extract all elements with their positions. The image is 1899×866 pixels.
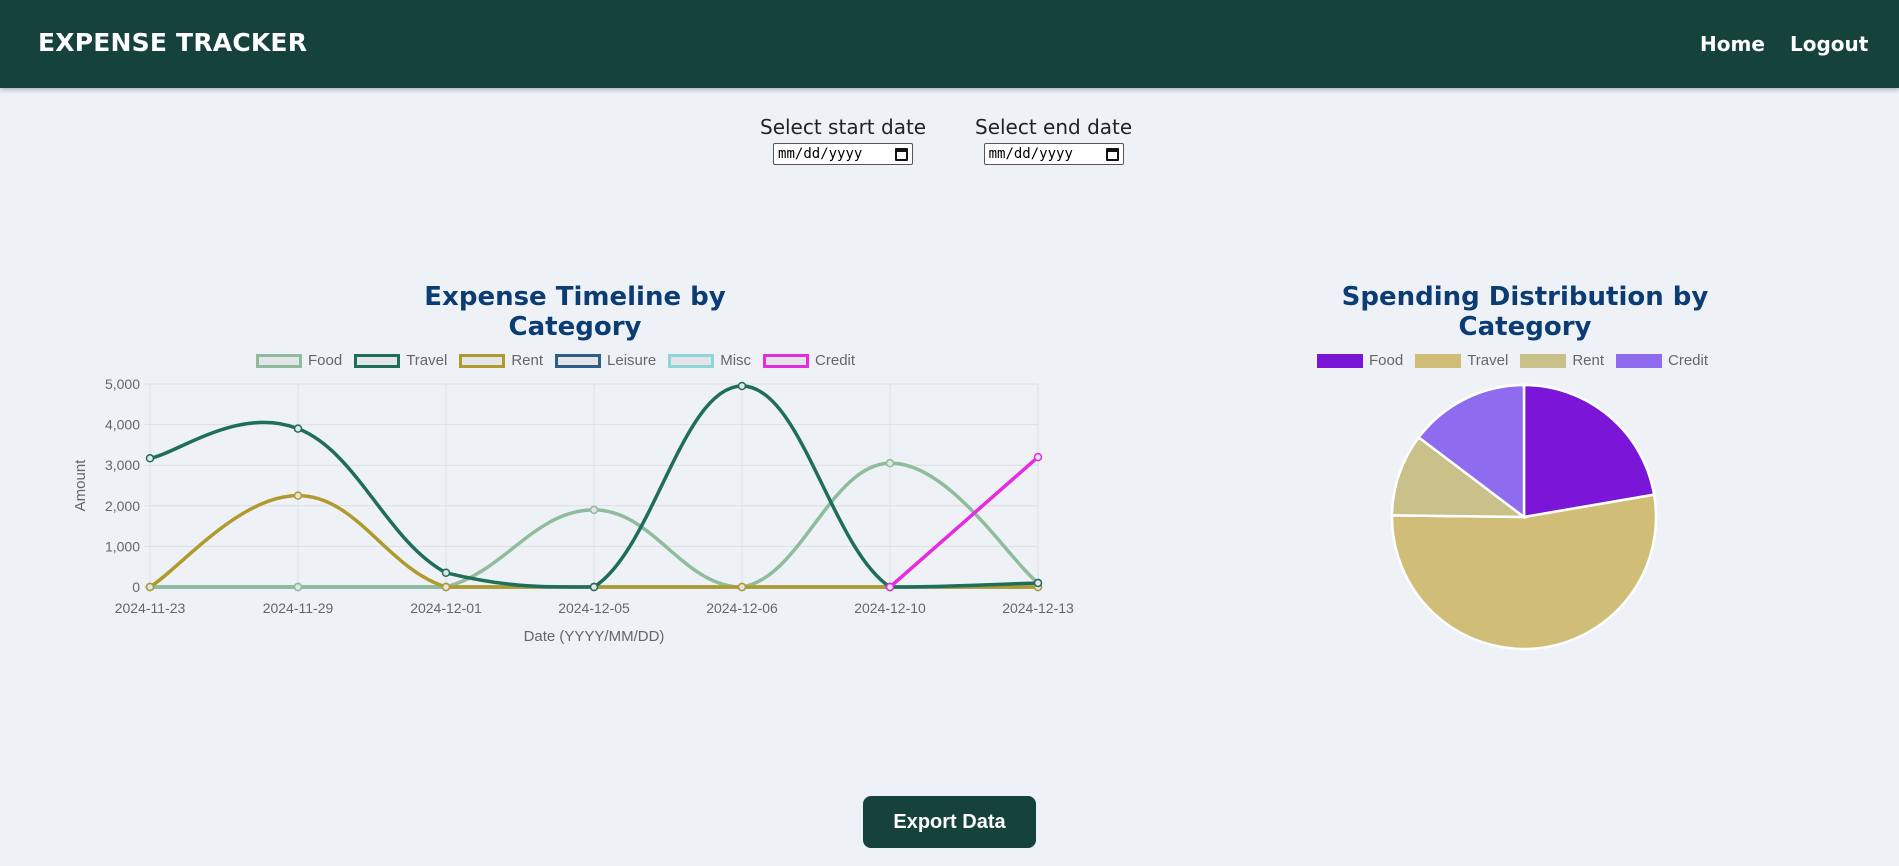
y-tick-label: 4,000 <box>105 417 140 433</box>
data-point-travel <box>293 424 303 433</box>
legend-label: Rent <box>1572 352 1605 369</box>
export-data-button[interactable]: Export Data <box>863 796 1036 848</box>
legend-item-leisure[interactable]: Leisure <box>555 352 656 369</box>
legend-color-box <box>354 353 401 368</box>
x-tick-label: 2024-12-06 <box>706 600 778 616</box>
legend-label: Travel <box>406 352 448 369</box>
data-point-rent <box>737 582 747 592</box>
y-tick-label: 5,000 <box>105 376 140 392</box>
data-point-travel <box>441 568 451 578</box>
line-chart-legend: Food Travel Rent Leisure Misc Credit <box>256 352 855 369</box>
legend-color-box <box>763 353 810 368</box>
data-point-travel <box>145 454 155 463</box>
start-date-placeholder: mm/dd/yyyy <box>778 146 863 162</box>
x-tick-label: 2024-11-23 <box>115 600 186 616</box>
legend-item-travel[interactable]: Travel <box>354 352 447 369</box>
legend-item-food[interactable]: Food <box>1317 352 1403 369</box>
legend-color-swatch <box>1415 353 1462 368</box>
end-date-label: Select end date <box>975 115 1133 139</box>
data-point-food <box>589 505 599 515</box>
end-date-group: Select end date mm/dd/yyyy <box>975 115 1132 165</box>
calendar-icon[interactable] <box>895 147 909 161</box>
nav-home-link[interactable]: Home <box>1700 32 1765 56</box>
y-tick-label: 2,000 <box>105 498 140 514</box>
y-tick-label: 1,000 <box>105 538 140 554</box>
legend-color-box <box>459 353 506 368</box>
data-point-rent <box>293 491 303 500</box>
start-date-group: Select start date mm/dd/yyyy <box>760 115 926 165</box>
data-point-food <box>293 582 303 592</box>
legend-color-box <box>668 353 715 368</box>
legend-item-rent[interactable]: Rent <box>459 352 543 369</box>
x-tick-label: 2024-12-13 <box>1002 600 1074 616</box>
end-date-placeholder: mm/dd/yyyy <box>988 146 1073 162</box>
legend-item-credit[interactable]: Credit <box>1616 352 1708 369</box>
data-point-rent <box>441 582 451 592</box>
legend-label: Rent <box>511 352 544 369</box>
legend-color-swatch <box>1616 353 1663 368</box>
x-tick-label: 2024-12-05 <box>558 600 630 616</box>
legend-color-box <box>256 353 302 368</box>
pie-chart-title: Spending Distribution by Category <box>1341 282 1709 342</box>
x-tick-label: 2024-12-01 <box>410 600 482 616</box>
data-point-rent <box>145 582 155 592</box>
legend-label: Travel <box>1467 352 1509 369</box>
line-chart-title: Expense Timeline by Category <box>424 282 726 342</box>
legend-item-credit[interactable]: Credit <box>763 352 855 369</box>
legend-label: Food <box>308 352 343 369</box>
brand-title: EXPENSE TRACKER <box>38 28 308 57</box>
end-date-input[interactable]: mm/dd/yyyy <box>983 143 1124 165</box>
pie-chart <box>1390 383 1658 651</box>
calendar-icon[interactable] <box>1105 147 1119 161</box>
data-point-travel <box>589 582 599 592</box>
line-chart: 0 1,000 2,000 3,000 4,000 5,000 2024-11-23 2024… <box>72 376 1074 645</box>
legend-color-swatch <box>1317 353 1363 368</box>
navbar: EXPENSE TRACKER Home Logout <box>0 0 1899 88</box>
data-point-credit <box>1033 452 1043 462</box>
legend-label: Food <box>1369 352 1404 369</box>
legend-label: Leisure <box>607 352 657 369</box>
data-point-travel <box>737 381 747 391</box>
start-date-input[interactable]: mm/dd/yyyy <box>773 143 914 165</box>
y-tick-label: 0 <box>132 579 140 595</box>
start-date-label: Select start date <box>760 115 927 139</box>
legend-item-rent[interactable]: Rent <box>1520 352 1604 369</box>
legend-item-travel[interactable]: Travel <box>1415 352 1508 369</box>
x-tick-label: 2024-12-10 <box>854 600 926 616</box>
legend-item-food[interactable]: Food <box>256 352 342 369</box>
legend-color-box <box>555 353 602 368</box>
legend-color-swatch <box>1520 353 1567 368</box>
legend-label: Misc <box>720 352 752 369</box>
legend-label: Credit <box>815 352 856 369</box>
data-point-food <box>885 458 895 468</box>
data-point-travel <box>1033 578 1043 588</box>
series-line-credit <box>888 455 1040 589</box>
legend-label: Credit <box>1668 352 1709 369</box>
pie-chart-legend: Food Travel Rent Credit <box>1317 352 1708 369</box>
nav-logout-link[interactable]: Logout <box>1790 32 1868 56</box>
legend-item-misc[interactable]: Misc <box>668 352 751 369</box>
x-tick-label: 2024-11-29 <box>263 600 334 616</box>
y-tick-label: 3,000 <box>105 457 140 473</box>
y-axis-label: Amount <box>72 459 89 512</box>
data-point-credit <box>885 582 895 592</box>
x-axis-label: Date (YYYY/MM/DD) <box>524 628 665 645</box>
